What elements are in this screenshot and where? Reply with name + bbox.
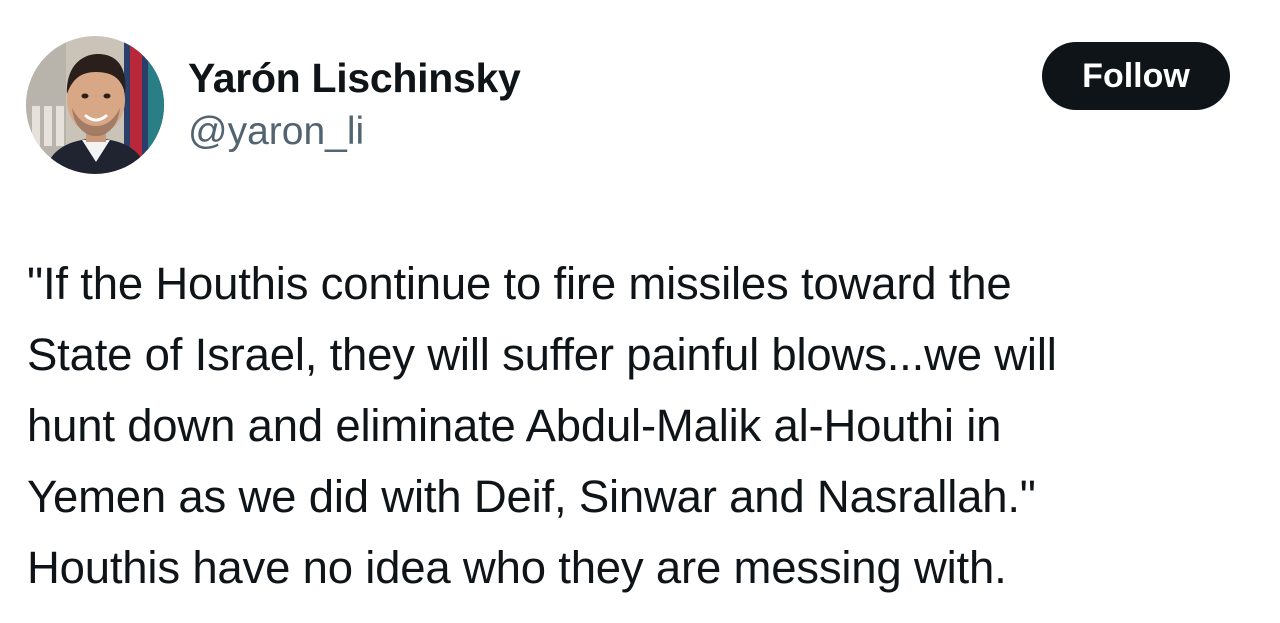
tweet-text-line: hunt down and eliminate Abdul-Malik al-H… <box>27 400 1002 451</box>
tweet-text-line: Houthis have no idea who they are messin… <box>27 542 1007 593</box>
display-name[interactable]: Yarón Lischinsky <box>188 50 521 106</box>
tweet-text-line: "If the Houthis continue to fire missile… <box>27 258 1012 309</box>
user-handle[interactable]: @yaron_li <box>188 106 520 158</box>
profile-photo-icon <box>26 36 164 174</box>
tweet-text-line: State of Israel, they will suffer painfu… <box>27 329 1057 380</box>
follow-button[interactable]: Follow <box>1042 42 1230 110</box>
tweet-card: Yarón Lischinsky @yaron_li Follow "If th… <box>0 0 1280 623</box>
author-names: Yarón Lischinsky @yaron_li <box>188 50 521 158</box>
tweet-text: "If the Houthis continue to fire missile… <box>27 248 1257 603</box>
avatar[interactable] <box>26 36 164 174</box>
tweet-text-line: Yemen as we did with Deif, Sinwar and Na… <box>27 471 1036 522</box>
